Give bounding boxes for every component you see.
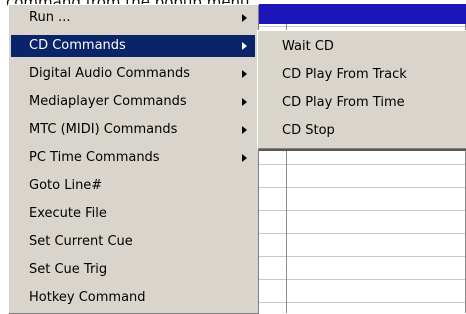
menu-item-set-current-cue[interactable]: Set Current Cue: [11, 231, 255, 253]
menu-item-digital-audio-commands[interactable]: Digital Audio Commands: [11, 63, 255, 85]
submenu-item-label: CD Play From Track: [282, 67, 407, 82]
menu-item-label: Mediaplayer Commands: [29, 94, 187, 109]
menu-item-label: Run ...: [29, 10, 71, 25]
menu-item-label: Goto Line#: [29, 178, 103, 193]
menu-item-label: CD Commands: [29, 38, 126, 53]
submenu-arrow-icon: [242, 14, 247, 22]
submenu-item-label: Wait CD: [282, 39, 334, 54]
menu-item-label: Digital Audio Commands: [29, 66, 190, 81]
menu-item-label: PC Time Commands: [29, 150, 160, 165]
submenu-item-wait-cd[interactable]: Wait CD: [258, 33, 466, 61]
menu-item-cd-commands[interactable]: CD Commands: [11, 35, 255, 57]
submenu-item-cd-play-from-time[interactable]: CD Play From Time: [258, 89, 466, 117]
menu-item-pc-time-commands[interactable]: PC Time Commands: [11, 147, 255, 169]
selected-table-row[interactable]: [250, 4, 466, 24]
cd-commands-submenu: Wait CD CD Play From Track CD Play From …: [257, 30, 466, 149]
menu-item-mtc-midi-commands[interactable]: MTC (MIDI) Commands: [11, 119, 255, 141]
submenu-arrow-icon: [242, 154, 247, 162]
menu-item-label: Hotkey Command: [29, 290, 146, 305]
menu-item-label: Set Cue Trig: [29, 262, 108, 277]
menu-item-hotkey-command[interactable]: Hotkey Command: [11, 287, 255, 309]
menu-item-label: Set Current Cue: [29, 234, 133, 249]
submenu-item-cd-play-from-track[interactable]: CD Play From Track: [258, 61, 466, 89]
submenu-arrow-icon: [242, 98, 247, 106]
menu-item-run[interactable]: Run ...: [11, 7, 255, 29]
submenu-item-cd-stop[interactable]: CD Stop: [258, 117, 466, 145]
submenu-arrow-icon: [242, 42, 247, 50]
menu-item-label: Execute File: [29, 206, 107, 221]
submenu-item-label: CD Play From Time: [282, 95, 405, 110]
menu-item-set-cue-trig[interactable]: Set Cue Trig: [11, 259, 255, 281]
menu-item-mediaplayer-commands[interactable]: Mediaplayer Commands: [11, 91, 255, 113]
menu-item-goto-line[interactable]: Goto Line#: [11, 175, 255, 197]
submenu-arrow-icon: [242, 70, 247, 78]
menu-item-execute-file[interactable]: Execute File: [11, 203, 255, 225]
popup-menu: Run ... CD Commands Digital Audio Comman…: [8, 4, 259, 314]
submenu-item-label: CD Stop: [282, 123, 335, 138]
menu-item-label: MTC (MIDI) Commands: [29, 122, 178, 137]
submenu-arrow-icon: [242, 126, 247, 134]
